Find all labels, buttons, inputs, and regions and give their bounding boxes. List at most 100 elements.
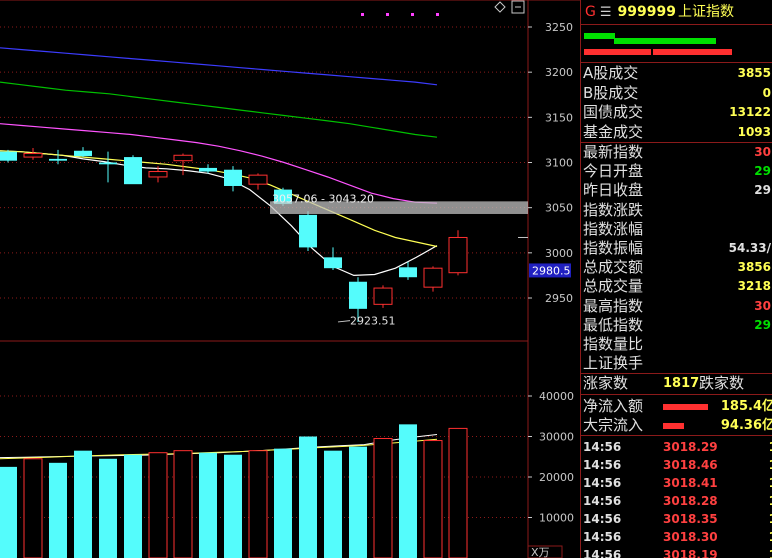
zoom-range-label: 3057.06 - 3043.20 bbox=[272, 193, 374, 206]
volume-bar-down bbox=[199, 452, 217, 558]
candle-body-down bbox=[74, 150, 92, 157]
stat-label: 今日开盘 bbox=[583, 162, 644, 181]
stat-label: 指数涨跌 bbox=[583, 200, 644, 219]
stat-row: 指数量比 bbox=[581, 335, 772, 354]
tick-price: 3018.41 bbox=[663, 476, 718, 490]
tick-price: 3018.46 bbox=[663, 458, 718, 472]
stat-row: A股成交 3855 bbox=[581, 64, 772, 83]
stat-row: B股成交 0 bbox=[581, 84, 772, 103]
flow-label: 大宗流入 bbox=[583, 416, 644, 434]
price-tick-label: 3000 bbox=[545, 247, 573, 260]
stat-row: 总成交额 3856 bbox=[581, 258, 772, 277]
stat-label: 最高指数 bbox=[583, 296, 644, 315]
flow-row: 净流入额 185.4亿 bbox=[581, 397, 772, 416]
candle-body-down bbox=[0, 151, 17, 161]
volume-bar-down bbox=[299, 436, 317, 558]
stat-label: A股成交 bbox=[583, 64, 639, 82]
stat-row: 上证换手 bbox=[581, 354, 772, 373]
volume-bar-up bbox=[173, 450, 193, 558]
stat-value: 13122 bbox=[729, 105, 771, 119]
candle-body-down bbox=[299, 214, 317, 248]
candle-body-down bbox=[224, 169, 242, 186]
market-breadth-row: 涨家数 1817 跌家数 bbox=[581, 374, 772, 393]
stat-label: 指数涨幅 bbox=[583, 219, 644, 238]
tick-time: 14:56 bbox=[583, 548, 622, 558]
divider bbox=[581, 24, 772, 25]
stat-label: 总成交额 bbox=[583, 258, 644, 277]
stat-row: 最低指数 29 bbox=[581, 316, 772, 335]
tick-row: 14:56 3018.46 1 bbox=[581, 456, 772, 474]
diamond-icon[interactable] bbox=[494, 1, 506, 13]
volume-bar-down bbox=[0, 466, 17, 558]
stat-value: 3218 bbox=[737, 279, 771, 294]
indicator-dot bbox=[436, 13, 439, 16]
quote-panel: G ☰ 999999 上证指数 A股成交 3855 B股成交 0 国债成交 13122 基金成交 1… bbox=[580, 0, 772, 558]
volume-axis: 40000 30000 20000 10000 X万 bbox=[527, 390, 574, 558]
indicator-dot bbox=[361, 13, 364, 16]
candle-body-up bbox=[148, 171, 168, 178]
stat-label: 国债成交 bbox=[583, 103, 644, 121]
candlestick-series bbox=[0, 147, 468, 322]
candle-body-down bbox=[324, 257, 342, 269]
volume-bar-down bbox=[274, 448, 292, 558]
advancers-value: 1817 bbox=[663, 376, 700, 391]
candle-body-down bbox=[399, 267, 417, 278]
candle-body-down bbox=[349, 281, 367, 309]
volume-bar-down bbox=[349, 446, 367, 558]
volume-bar-down bbox=[224, 454, 242, 558]
volume-bar-down bbox=[399, 424, 417, 558]
volume-bar-up bbox=[148, 452, 168, 558]
tick-volume: 1 bbox=[769, 528, 772, 546]
hamburger-icon[interactable]: ☰ bbox=[600, 5, 612, 20]
volume-bar-down bbox=[74, 450, 92, 558]
kline-chart[interactable]: 3250 3200 3150 3100 3050 3000 2950 40000 30000 2… bbox=[0, 0, 580, 558]
tick-time: 14:56 bbox=[583, 458, 622, 472]
candle-body-down bbox=[199, 167, 217, 172]
stat-row: 总成交量 3218 bbox=[581, 277, 772, 296]
tick-volume: 1 bbox=[769, 546, 772, 558]
volume-tick-label: 20000 bbox=[539, 471, 574, 484]
price-tick-label: 3150 bbox=[545, 111, 573, 124]
stat-value: 29 bbox=[754, 164, 771, 179]
flow-value: 94.36亿 bbox=[720, 418, 772, 433]
tick-row: 14:56 3018.35 1 bbox=[581, 510, 772, 528]
stat-row: 基金成交 1093 bbox=[581, 123, 772, 142]
flow-value: 185.4亿 bbox=[720, 399, 772, 414]
stat-label: 总成交量 bbox=[583, 277, 644, 296]
gauge-bar bbox=[653, 49, 732, 55]
group-indicator[interactable]: G bbox=[585, 4, 596, 20]
price-tick-label: 3050 bbox=[545, 202, 573, 215]
tick-volume: 1 bbox=[769, 510, 772, 528]
ma20-line bbox=[0, 123, 438, 204]
flow-row: 大宗流入 94.36亿 bbox=[581, 416, 772, 435]
candle-body-down bbox=[99, 162, 117, 165]
stat-value: 54.33/ bbox=[728, 241, 771, 255]
tick-time: 14:56 bbox=[583, 494, 622, 508]
volume-bar-up bbox=[448, 427, 468, 558]
gauge-bar bbox=[584, 49, 652, 55]
flow-bar bbox=[663, 423, 684, 429]
stat-value: 3855 bbox=[737, 66, 771, 80]
security-code: 999999 bbox=[617, 4, 676, 20]
volume-bar-up bbox=[423, 440, 443, 558]
ma120-line bbox=[0, 47, 438, 86]
divider bbox=[581, 435, 772, 436]
volume-unit-label: X万 bbox=[531, 546, 550, 558]
price-tick-label: 2950 bbox=[545, 292, 573, 305]
stat-value: 30 bbox=[754, 145, 771, 159]
volume-bars bbox=[0, 424, 468, 558]
moving-average-lines bbox=[0, 47, 438, 460]
tick-volume: 1 bbox=[769, 456, 772, 474]
tick-price: 3018.29 bbox=[663, 440, 718, 454]
price-axis: 3250 3200 3150 3100 3050 3000 2950 bbox=[528, 21, 573, 305]
flow-label: 净流入额 bbox=[583, 397, 644, 415]
candle-body-up bbox=[373, 287, 393, 305]
tick-price: 3018.28 bbox=[663, 494, 718, 508]
candle-body-up bbox=[248, 174, 268, 185]
quote-header: G ☰ 999999 上证指数 bbox=[581, 0, 772, 24]
volume-ma5-line bbox=[0, 434, 438, 459]
volume-bar-down bbox=[124, 454, 142, 558]
tick-row: 14:56 3018.28 1 bbox=[581, 492, 772, 510]
tick-time: 14:56 bbox=[583, 476, 622, 490]
volume-bar-up bbox=[373, 438, 393, 558]
